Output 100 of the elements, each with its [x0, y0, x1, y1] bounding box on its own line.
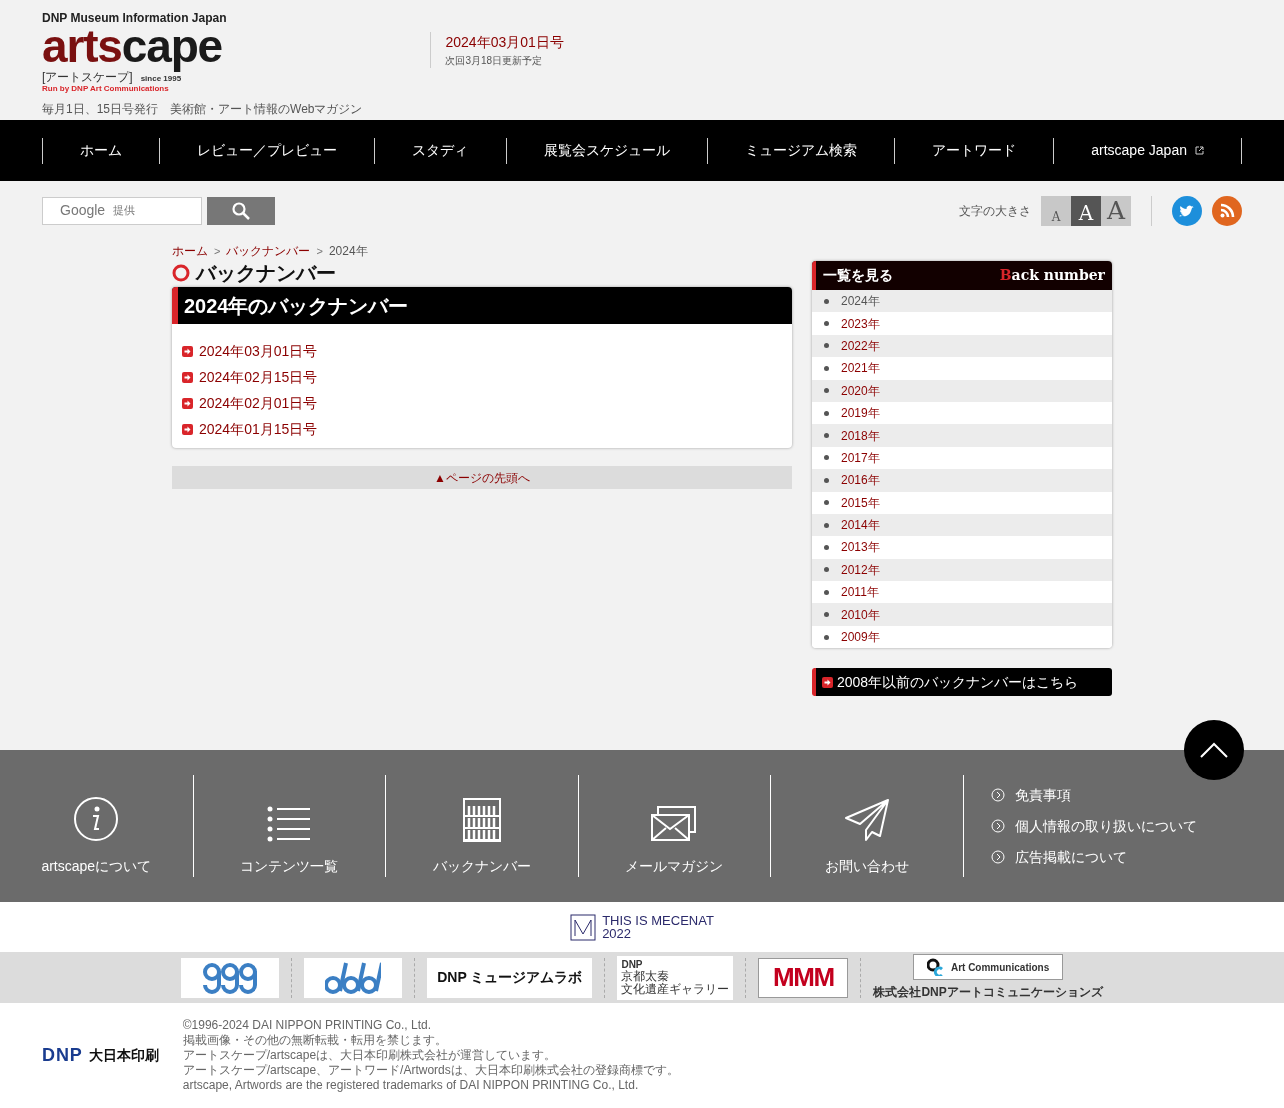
font-size-button[interactable]: A: [1101, 195, 1131, 226]
rss-icon[interactable]: [1212, 195, 1242, 226]
scroll-top-button[interactable]: [1184, 720, 1244, 780]
footer-nav-link[interactable]: バックナンバー: [385, 775, 578, 877]
footer-link[interactable]: 免責事項: [990, 784, 1197, 806]
logo-text: Art Communications: [950, 960, 1050, 975]
page-top-link[interactable]: ▲ページの先頭へ: [172, 466, 792, 489]
nav-link[interactable]: 展覧会スケジュール: [505, 137, 707, 164]
panel-title: 一覧を見る: [823, 266, 893, 285]
older-issues-button[interactable]: 2008年以前のバックナンバーはこちら: [812, 668, 1112, 697]
art-communications-logo[interactable]: Art Communications: [913, 954, 1064, 980]
circle-icon: [172, 264, 190, 282]
font-size-label: 文字の大きさ: [959, 202, 1031, 220]
bullet-icon: [824, 589, 829, 595]
logo-since: since 1995: [140, 73, 182, 84]
list-icon: [267, 806, 312, 842]
issue-link[interactable]: 2024年02月15日号: [199, 366, 318, 388]
logo-kana: [アートスケープ]: [42, 71, 133, 84]
copyright-text: アートスケープ/artscape、アートワード/Artwordsは、大日本印刷株式会社の登録商標です。: [182, 1063, 679, 1078]
mecenat-link[interactable]: THIS IS MECENAT 2022: [570, 913, 714, 941]
breadcrumb-link[interactable]: ホーム: [172, 242, 208, 260]
footer-link[interactable]: 広告掲載について: [990, 846, 1197, 868]
year-link[interactable]: 2009年: [841, 628, 880, 647]
year-link[interactable]: 2015年: [841, 493, 880, 512]
panel-title: 2024年のバックナンバー: [172, 287, 792, 324]
gallery-logo[interactable]: [304, 957, 403, 998]
company-logo[interactable]: DNP 大日本印刷: [42, 1042, 159, 1069]
chevron-circle-icon: [990, 850, 1005, 864]
year-link[interactable]: 2013年: [841, 538, 880, 557]
logo-caption: 株式会社DNPアートコミュニケーションズ: [873, 984, 1103, 1001]
provider-text: Google: [60, 201, 106, 220]
page-title: バックナンバー: [196, 261, 336, 286]
year-link[interactable]: 2014年: [841, 516, 880, 535]
year-link[interactable]: 2019年: [841, 404, 880, 423]
mecenat-mark-icon: [570, 913, 597, 941]
nav-link[interactable]: ミュージアム検索: [706, 137, 894, 164]
year-link[interactable]: 2020年: [841, 381, 880, 400]
gallery-logo[interactable]: [181, 957, 280, 998]
bullet-icon: [824, 343, 829, 349]
mecenat-text: THIS IS MECENAT: [602, 914, 714, 927]
breadcrumb-current: 2024年: [328, 243, 368, 260]
search-button[interactable]: [207, 196, 275, 225]
info-icon: [73, 796, 120, 842]
font-size-button[interactable]: A: [1041, 195, 1071, 226]
panel-subtitle: Back number: [999, 266, 1105, 285]
bullet-icon: [824, 455, 829, 461]
footer-nav-link[interactable]: artscapeについて: [0, 775, 193, 877]
copyright-text: artscape, Artwords are the registered trademarks of DAI NIPPON PRINTING Co., Ltd.: [182, 1078, 640, 1093]
next-update: 次回3月18日更新予定: [445, 54, 544, 68]
search-icon: [232, 201, 250, 220]
issue-link[interactable]: 2024年03月01日号: [199, 340, 318, 362]
footer-nav-link[interactable]: お問い合わせ: [770, 775, 963, 877]
ddd-logo-icon: [325, 960, 382, 995]
search-field[interactable]: Google 提供: [42, 196, 202, 225]
bullet-icon: [824, 500, 829, 506]
logo-text: DNP: [621, 959, 644, 970]
footer-link[interactable]: 個人情報の取り扱いについて: [990, 815, 1197, 837]
year-link[interactable]: 2017年: [841, 448, 880, 467]
year-link[interactable]: 2021年: [841, 359, 880, 378]
footer-nav-link[interactable]: コンテンツ一覧: [192, 775, 385, 877]
archive-icon: [462, 798, 501, 842]
nav-link[interactable]: アートワード: [893, 137, 1054, 164]
twitter-icon[interactable]: [1172, 195, 1202, 226]
arrow-icon: [182, 371, 193, 383]
year-link[interactable]: 2016年: [841, 471, 880, 490]
year-link[interactable]: 2012年: [841, 560, 880, 579]
arrow-icon: [182, 345, 193, 357]
logo-text: 京都太秦: [621, 970, 670, 983]
bullet-icon: [824, 522, 829, 528]
mecenat-text: 2022: [602, 927, 633, 940]
nav-link[interactable]: artscape Japan: [1053, 137, 1243, 164]
issue-link[interactable]: 2024年02月01日号: [199, 392, 318, 414]
issue-link[interactable]: 2024年01月15日号: [199, 418, 318, 440]
year-link[interactable]: 2022年: [841, 336, 880, 355]
breadcrumb-separator: >: [316, 243, 323, 259]
year-link[interactable]: 2018年: [841, 426, 880, 445]
nav-link[interactable]: ホーム: [42, 137, 160, 164]
bullet-icon: [824, 567, 829, 573]
year-link[interactable]: 2023年: [841, 314, 880, 333]
bullet-icon: [824, 634, 829, 640]
provider-note: 提供: [113, 203, 136, 219]
year-link[interactable]: 2010年: [841, 605, 880, 624]
logo-text: 文化遺産ギャラリー: [621, 982, 730, 996]
museum-lab-logo[interactable]: DNP ミュージアムラボ: [427, 957, 593, 998]
font-size-button[interactable]: A: [1071, 195, 1101, 226]
mmm-logo[interactable]: MMM: [758, 957, 849, 998]
year-link[interactable]: 2024年: [841, 292, 880, 311]
nav-link[interactable]: スタディ: [374, 137, 506, 164]
bullet-icon: [824, 365, 829, 371]
paper-plane-icon: [843, 798, 890, 842]
bullet-icon: [824, 321, 829, 327]
copyright-text: ©1996-2024 DAI NIPPON PRINTING Co., Ltd.: [182, 1018, 432, 1033]
footer-nav-link[interactable]: メールマガジン: [577, 775, 770, 877]
kyoto-gallery-logo[interactable]: DNP 京都太秦 文化遺産ギャラリー: [617, 955, 734, 1000]
year-link[interactable]: 2011年: [841, 583, 879, 602]
bullet-icon: [824, 298, 829, 304]
nav-link[interactable]: レビュー／プレビュー: [159, 137, 375, 164]
breadcrumb-link[interactable]: バックナンバー: [226, 242, 311, 260]
mail-icon: [651, 806, 698, 842]
bullet-icon: [824, 612, 829, 618]
